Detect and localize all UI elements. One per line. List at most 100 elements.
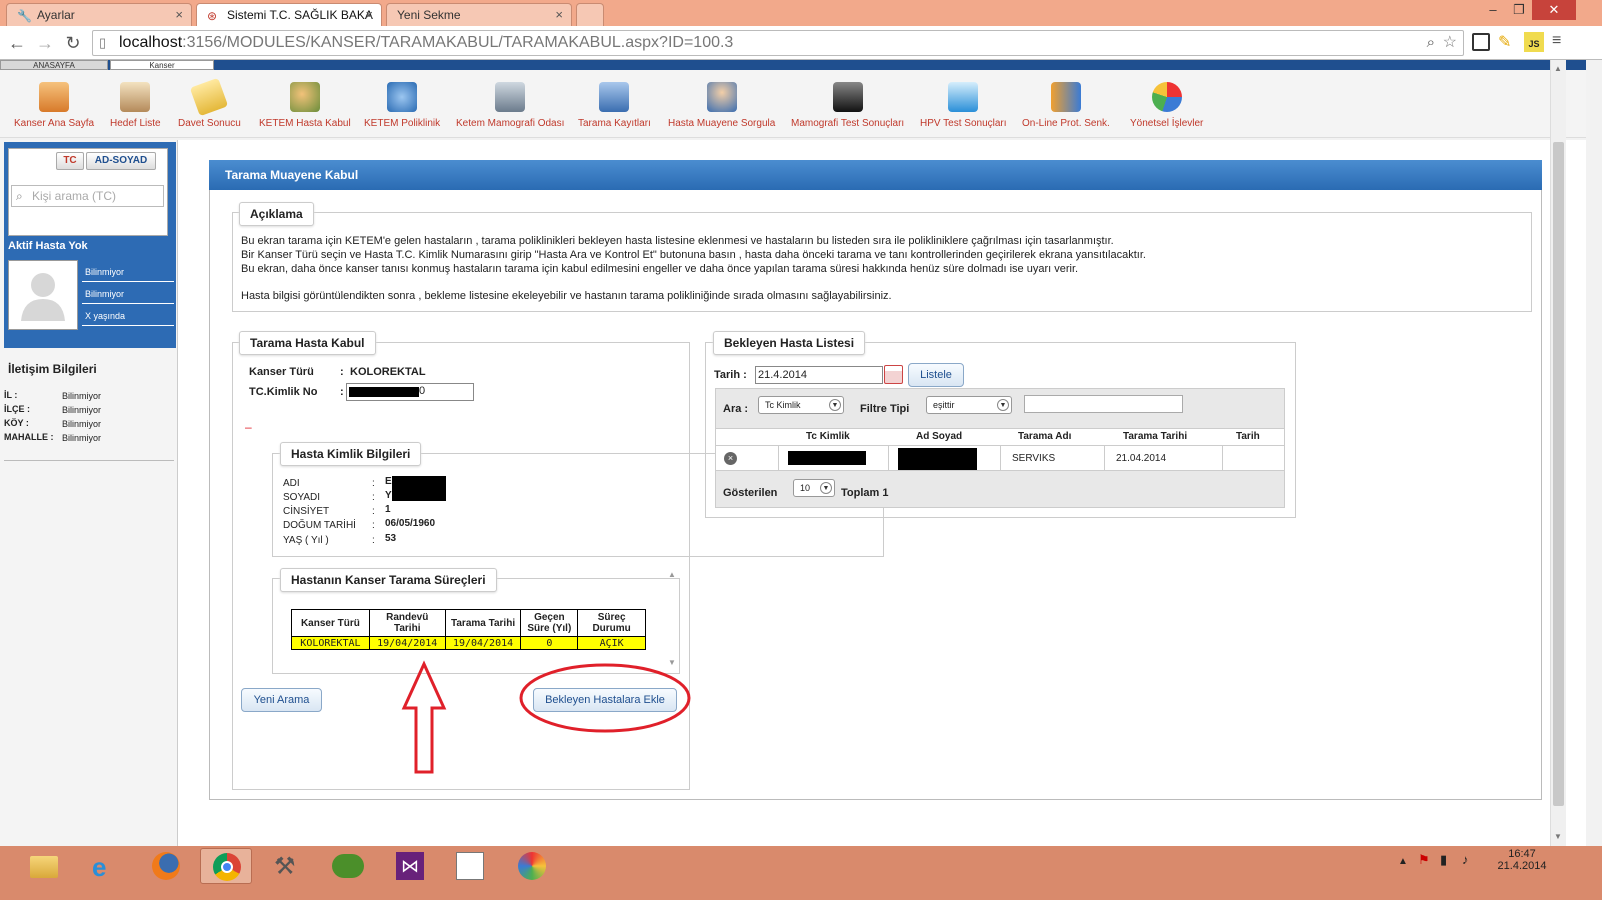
patient-info-2: Bilinmiyor: [82, 284, 174, 304]
magnifier-icon[interactable]: ⌕: [1427, 31, 1435, 55]
toolbar-hedef-liste[interactable]: Hedef Liste: [110, 82, 161, 129]
aciklama-legend: Açıklama: [239, 202, 314, 226]
tray-signal-icon[interactable]: ▮: [1440, 852, 1447, 868]
toolbar-mamografi-test[interactable]: Mamografi Test Sonuçları: [791, 82, 904, 129]
back-icon[interactable]: ←: [6, 32, 28, 54]
toolbar-kanser-ana-sayfa[interactable]: Kanser Ana Sayfa: [14, 82, 94, 129]
scroll-up-icon[interactable]: ▲: [1554, 64, 1562, 73]
search-by-tc-button[interactable]: TC: [56, 152, 84, 170]
person-search-input[interactable]: ⌕ Kişi arama (TC): [11, 185, 164, 207]
surec-scrollbar[interactable]: ▲ ▼: [666, 570, 678, 672]
taskbar-ie[interactable]: e: [80, 848, 132, 884]
restore-icon[interactable]: ❐: [1506, 0, 1532, 20]
scroll-thumb[interactable]: [1553, 142, 1564, 806]
url-input[interactable]: ▯ localhost:3156/MODULES/KANSER/TARAMAKA…: [92, 30, 1464, 56]
tray-clock[interactable]: 16:47 21.4.2014: [1482, 848, 1562, 872]
separator: :: [340, 386, 344, 398]
forward-icon[interactable]: →: [34, 32, 56, 54]
surec-table: Kanser Türü Randevü Tarihi Tarama Tarihi…: [291, 609, 646, 650]
filtre-tipi-select[interactable]: eşittir ▼: [926, 396, 1012, 414]
top-tab-kanser[interactable]: Kanser: [110, 60, 214, 70]
grid-col-tarama-adi: Tarama Adı: [1018, 431, 1072, 442]
annotation-circle-icon: [519, 663, 691, 733]
clock-time: 16:47: [1508, 848, 1536, 860]
tab-saglik[interactable]: ⊛ Sistemi T.C. SAĞLIK BAKA ×: [196, 3, 382, 26]
minimize-icon[interactable]: ‒: [1480, 0, 1506, 20]
grid-col-ad-soyad: Ad Soyad: [916, 431, 963, 442]
records-icon: [599, 82, 630, 112]
url-path: :3156/MODULES/KANSER/TARAMAKABUL/TARAMAK…: [182, 34, 734, 51]
stethoscope-icon: [387, 82, 418, 112]
toolbar-tarama-kayitlari[interactable]: Tarama Kayıtları: [578, 82, 651, 129]
envelope-icon: [190, 77, 229, 117]
calendar-icon[interactable]: [884, 365, 903, 384]
extension-screenshot-icon[interactable]: [1472, 33, 1490, 51]
filter-value-input[interactable]: [1024, 395, 1183, 413]
scroll-up-icon[interactable]: ▲: [668, 570, 676, 579]
cell-tarama-tarihi: 19/04/2014: [444, 636, 522, 650]
separator: :: [372, 520, 375, 531]
listele-button[interactable]: Listele: [908, 363, 964, 387]
delete-row-icon[interactable]: ×: [724, 452, 737, 465]
extension-js-icon[interactable]: JS: [1524, 32, 1544, 52]
tarih-input[interactable]: 21.4.2014: [755, 366, 883, 384]
extension-pen-icon[interactable]: ✎: [1498, 32, 1511, 52]
col-gecen-sure: Geçen Süre (Yıl): [520, 609, 579, 637]
chart-app-icon: [456, 852, 484, 880]
table-row[interactable]: KOLOREKTAL 19/04/2014 19/04/2014 0 AÇIK: [291, 636, 646, 650]
page-scrollbar[interactable]: ▲ ▼: [1550, 60, 1566, 846]
close-icon[interactable]: ×: [175, 7, 183, 22]
taskbar-frog-app[interactable]: [322, 848, 374, 884]
toolbar-ketem-hasta-kabul[interactable]: KETEM Hasta Kabul: [259, 82, 351, 129]
redaction: [392, 476, 446, 501]
error-marker: –: [245, 420, 252, 434]
new-search-button[interactable]: Yeni Arama: [241, 688, 322, 712]
taskbar-tools[interactable]: ⚒: [262, 848, 314, 884]
tab-yeni-sekme[interactable]: Yeni Sekme ×: [386, 3, 572, 26]
toolbar-ketem-poliklinik[interactable]: KETEM Poliklinik: [364, 82, 440, 129]
contact-value-koy: Bilinmiyor: [62, 419, 102, 429]
toolbar-hasta-muayene-sorgula[interactable]: Hasta Muayene Sorgula: [668, 82, 775, 129]
scroll-down-icon[interactable]: ▼: [1554, 832, 1562, 841]
top-tab-anasayfa[interactable]: ANASAYFA: [0, 60, 108, 70]
visual-studio-icon: ⋈: [396, 852, 424, 880]
taskbar-explorer[interactable]: [18, 848, 70, 884]
close-icon[interactable]: ×: [365, 7, 373, 22]
reload-icon[interactable]: ↻: [62, 32, 84, 54]
taskbar-chart-app[interactable]: [444, 848, 496, 884]
toolbar-yonetsel-islevler[interactable]: Yönetsel İşlevler: [1130, 82, 1203, 129]
taskbar-chrome[interactable]: [200, 848, 252, 884]
table-row[interactable]: × SERVIKS 21.04.2014: [716, 446, 1284, 471]
cell-randevu-tarihi: 19/04/2014: [368, 636, 446, 650]
col-divider: [778, 446, 779, 471]
chevron-down-icon: ▼: [997, 399, 1009, 411]
window-close-icon[interactable]: ✕: [1532, 0, 1576, 20]
new-tab-button[interactable]: [576, 3, 604, 26]
ara-select[interactable]: Tc Kimlik ▼: [758, 396, 844, 414]
toolbar-davet-sonucu[interactable]: Davet Sonucu: [178, 77, 241, 129]
cell-tarama-tarihi: 21.04.2014: [1116, 453, 1167, 464]
kimlik-value-cinsiyet: 1: [385, 504, 391, 515]
toolbar-hpv-test[interactable]: HPV Test Sonuçları: [920, 82, 1007, 129]
contact-title: İletişim Bilgileri: [8, 362, 97, 376]
cell-surec-durumu: AÇIK: [577, 636, 646, 650]
star-icon[interactable]: ☆: [1443, 31, 1457, 55]
tc-kimlik-input[interactable]: 0: [346, 383, 474, 401]
tray-volume-icon[interactable]: ♪: [1462, 852, 1469, 867]
close-icon[interactable]: ×: [555, 7, 563, 22]
toolbar-ketem-mamografi[interactable]: Ketem Mamografi Odası: [456, 82, 564, 129]
taskbar-visual-studio[interactable]: ⋈: [384, 848, 436, 884]
grid-col-tarih: Tarih: [1236, 431, 1260, 442]
menu-icon[interactable]: ≡: [1552, 32, 1561, 50]
taskbar-paint[interactable]: [506, 848, 558, 884]
separator: :: [372, 535, 375, 546]
taskbar-firefox[interactable]: [140, 848, 192, 884]
tray-up-arrow-icon[interactable]: ▲: [1398, 856, 1408, 867]
tray-flag-icon[interactable]: ⚑: [1418, 852, 1430, 868]
col-divider: [888, 446, 889, 471]
separator: :: [372, 478, 375, 489]
toolbar-online-prot-senk[interactable]: On-Line Prot. Senk.: [1022, 82, 1110, 129]
tab-ayarlar[interactable]: 🔧 Ayarlar ×: [6, 3, 192, 26]
page-size-select[interactable]: 10 ▼: [793, 479, 835, 497]
search-by-name-button[interactable]: AD-SOYAD: [86, 152, 156, 170]
